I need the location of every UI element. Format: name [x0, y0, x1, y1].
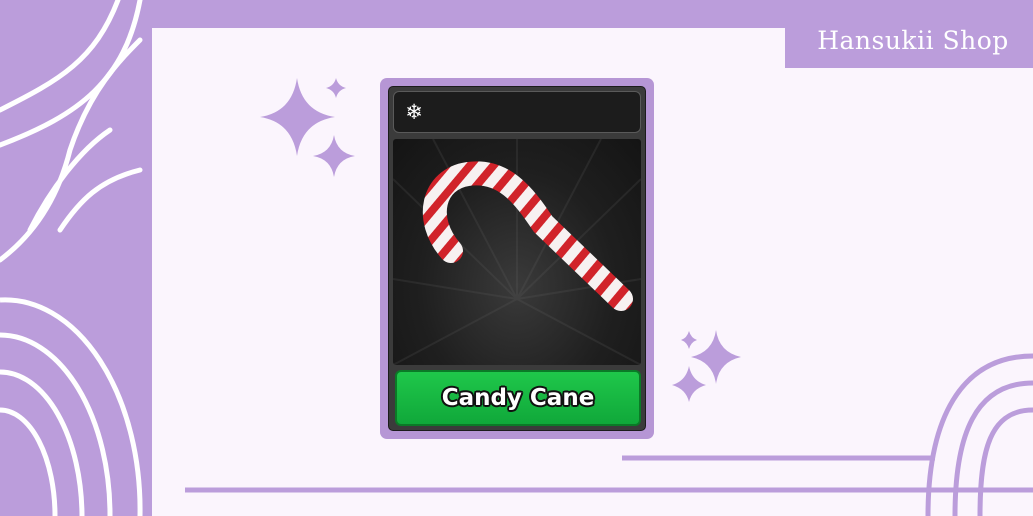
sunburst [393, 139, 641, 365]
item-preview [393, 139, 641, 365]
snowflake-icon: ❄ [405, 100, 423, 124]
candy-cane-image [393, 139, 641, 365]
banner: Hansukii Shop ❄ Candy Cane [0, 0, 1033, 516]
left-swirl-lines [0, 0, 143, 263]
item-name-label: Candy Cane [441, 385, 595, 411]
sparkle-icon [691, 330, 741, 384]
item-header-bar [393, 91, 641, 133]
left-concentric-arcs [0, 297, 143, 516]
sparkle-icon [326, 78, 346, 98]
sparkle-icon [313, 135, 355, 177]
item-name-button[interactable]: Candy Cane [395, 370, 641, 426]
sparkle-icon [260, 78, 335, 156]
sparkle-icon [681, 331, 697, 349]
sparkle-icon [672, 366, 706, 402]
shop-name-label: Hansukii Shop [785, 12, 1033, 68]
